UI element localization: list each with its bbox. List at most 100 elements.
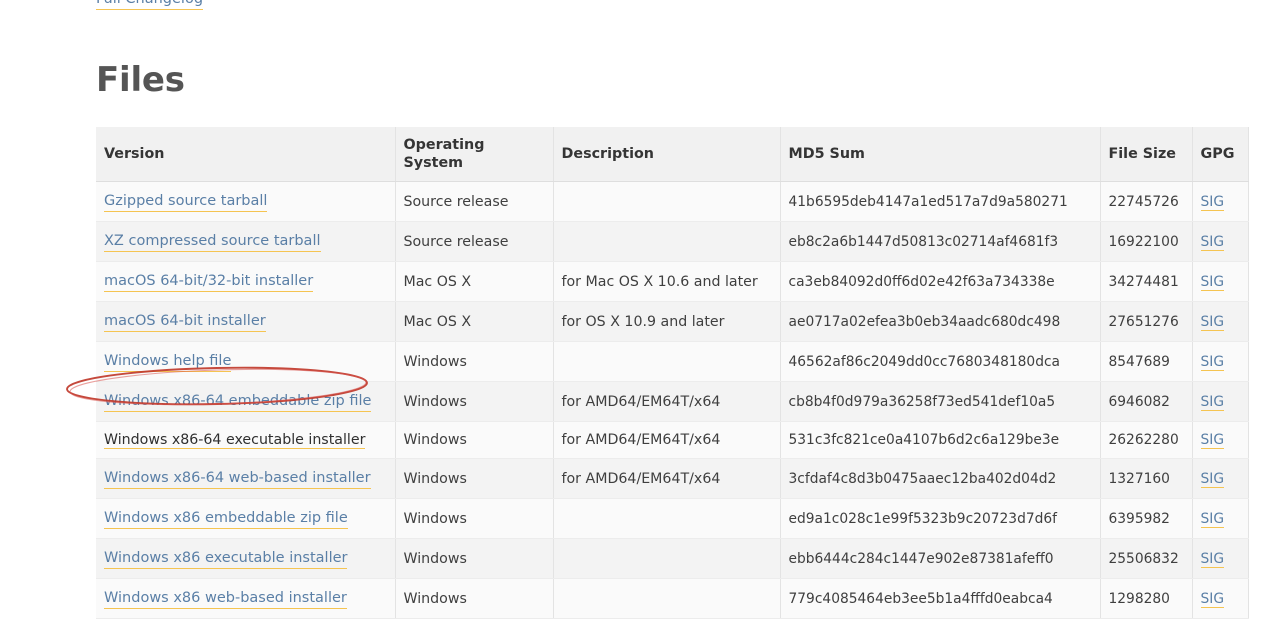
cell-description (553, 498, 781, 539)
cell-md5-sum: ae0717a02efea3b0eb34aadc680dc498 (780, 301, 1101, 342)
column-header-md5: MD5 Sum (780, 127, 1101, 182)
gpg-sig-link[interactable]: SIG (1200, 273, 1225, 291)
table-row: macOS 64-bit/32-bit installer Mac OS Xfor… (96, 261, 1249, 302)
files-table-container: Version Operating System Description MD5… (96, 127, 1249, 619)
cell-version: macOS 64-bit installer (96, 301, 396, 342)
version-download-link[interactable]: Windows x86-64 web-based installer (104, 468, 371, 489)
cell-operating-system: Windows (395, 341, 554, 382)
cell-file-size: 22745726 (1100, 181, 1193, 222)
cell-version: macOS 64-bit/32-bit installer (96, 261, 396, 302)
gpg-sig-link[interactable]: SIG (1200, 432, 1225, 449)
cell-file-size: 8547689 (1100, 341, 1193, 382)
full-changelog-link[interactable]: Full Changelog (96, 0, 204, 10)
files-table: Version Operating System Description MD5… (96, 127, 1249, 619)
cell-version: Windows help file (96, 341, 396, 382)
cell-file-size: 6395982 (1100, 498, 1193, 539)
table-header-row: Version Operating System Description MD5… (96, 127, 1249, 182)
cell-version: Windows x86-64 executable installer (96, 421, 396, 459)
version-download-link[interactable]: Windows x86-64 executable installer (104, 432, 366, 449)
cell-version: Windows x86 web-based installer (96, 578, 396, 619)
cell-md5-sum: 46562af86c2049dd0cc7680348180dca (780, 341, 1101, 382)
cell-description (553, 221, 781, 262)
cell-md5-sum: ca3eb84092d0ff6d02e42f63a734338e (780, 261, 1101, 302)
cell-gpg: SIG (1192, 498, 1249, 539)
cell-description (553, 578, 781, 619)
cell-file-size: 1327160 (1100, 458, 1193, 499)
cell-description: for AMD64/EM64T/x64 (553, 381, 781, 422)
version-download-link[interactable]: Windows x86 embeddable zip file (104, 508, 348, 529)
cell-description (553, 538, 781, 579)
cell-gpg: SIG (1192, 538, 1249, 579)
cell-md5-sum: 531c3fc821ce0a4107b6d2c6a129be3e (780, 421, 1101, 459)
cell-md5-sum: ed9a1c028c1e99f5323b9c20723d7d6f (780, 498, 1101, 539)
cell-version: Windows x86-64 embeddable zip file (96, 381, 396, 422)
cell-description: for AMD64/EM64T/x64 (553, 421, 781, 459)
version-download-link[interactable]: macOS 64-bit/32-bit installer (104, 271, 314, 292)
version-download-link[interactable]: XZ compressed source tarball (104, 231, 321, 252)
cell-gpg: SIG (1192, 458, 1249, 499)
version-download-link[interactable]: Windows x86 executable installer (104, 548, 348, 569)
cell-gpg: SIG (1192, 341, 1249, 382)
version-download-link[interactable]: Windows x86-64 embeddable zip file (104, 391, 372, 412)
gpg-sig-link[interactable]: SIG (1200, 233, 1225, 251)
cell-operating-system: Windows (395, 578, 554, 619)
cell-operating-system: Source release (395, 181, 554, 222)
cell-md5-sum: cb8b4f0d979a36258f73ed541def10a5 (780, 381, 1101, 422)
column-header-os: Operating System (395, 127, 554, 182)
version-download-link[interactable]: Windows help file (104, 351, 232, 372)
cell-operating-system: Windows (395, 381, 554, 422)
table-row: Windows x86-64 web-based installer Window… (96, 458, 1249, 499)
table-row: Windows x86-64 embeddable zip file Window… (96, 381, 1249, 422)
cell-gpg: SIG (1192, 181, 1249, 222)
cell-md5-sum: eb8c2a6b1447d50813c02714af4681f3 (780, 221, 1101, 262)
table-row: macOS 64-bit installer Mac OS Xfor OS X 1… (96, 301, 1249, 342)
gpg-sig-link[interactable]: SIG (1200, 313, 1225, 331)
table-row: Windows x86-64 executable installer Windo… (96, 421, 1249, 459)
gpg-sig-link[interactable]: SIG (1200, 470, 1225, 488)
cell-md5-sum: ebb6444c284c1447e902e87381afeff0 (780, 538, 1101, 579)
cell-file-size: 34274481 (1100, 261, 1193, 302)
column-header-description: Description (553, 127, 781, 182)
table-row: Windows x86 web-based installer Windows 77… (96, 578, 1249, 619)
version-download-link[interactable]: Windows x86 web-based installer (104, 588, 347, 609)
cell-description: for AMD64/EM64T/x64 (553, 458, 781, 499)
files-table-head: Version Operating System Description MD5… (96, 127, 1249, 182)
table-row: XZ compressed source tarball Source relea… (96, 221, 1249, 262)
gpg-sig-link[interactable]: SIG (1200, 590, 1225, 608)
cell-gpg: SIG (1192, 381, 1249, 422)
cell-gpg: SIG (1192, 221, 1249, 262)
cell-operating-system: Source release (395, 221, 554, 262)
cell-gpg: SIG (1192, 578, 1249, 619)
table-row: Gzipped source tarball Source release 41b6… (96, 181, 1249, 222)
cell-description: for Mac OS X 10.6 and later (553, 261, 781, 302)
cell-description: for OS X 10.9 and later (553, 301, 781, 342)
changelog-link-wrap: Full Changelog (96, 0, 204, 14)
cell-file-size: 25506832 (1100, 538, 1193, 579)
cell-version: Windows x86 executable installer (96, 538, 396, 579)
gpg-sig-link[interactable]: SIG (1200, 193, 1225, 211)
cell-md5-sum: 41b6595deb4147a1ed517a7d9a580271 (780, 181, 1101, 222)
gpg-sig-link[interactable]: SIG (1200, 353, 1225, 371)
table-row: Windows help file Windows 46562af86c2049dd… (96, 341, 1249, 382)
files-table-body: Gzipped source tarball Source release 41b6… (96, 181, 1249, 619)
cell-description (553, 341, 781, 382)
column-header-version: Version (96, 127, 396, 182)
cell-description (553, 181, 781, 222)
cell-version: Gzipped source tarball (96, 181, 396, 222)
gpg-sig-link[interactable]: SIG (1200, 393, 1225, 411)
table-row: Windows x86 embeddable zip file Windows ed… (96, 498, 1249, 539)
gpg-sig-link[interactable]: SIG (1200, 510, 1225, 528)
version-download-link[interactable]: Gzipped source tarball (104, 191, 268, 212)
cell-md5-sum: 3cfdaf4c8d3b0475aaec12ba402d04d2 (780, 458, 1101, 499)
page-title: Files (96, 60, 185, 100)
cell-gpg: SIG (1192, 301, 1249, 342)
table-row: Windows x86 executable installer Windows e… (96, 538, 1249, 579)
cell-operating-system: Windows (395, 538, 554, 579)
cell-operating-system: Windows (395, 458, 554, 499)
cell-file-size: 6946082 (1100, 381, 1193, 422)
column-header-filesize: File Size (1100, 127, 1193, 182)
gpg-sig-link[interactable]: SIG (1200, 550, 1225, 568)
cell-gpg: SIG (1192, 421, 1249, 459)
version-download-link[interactable]: macOS 64-bit installer (104, 311, 266, 332)
column-header-gpg: GPG (1192, 127, 1249, 182)
